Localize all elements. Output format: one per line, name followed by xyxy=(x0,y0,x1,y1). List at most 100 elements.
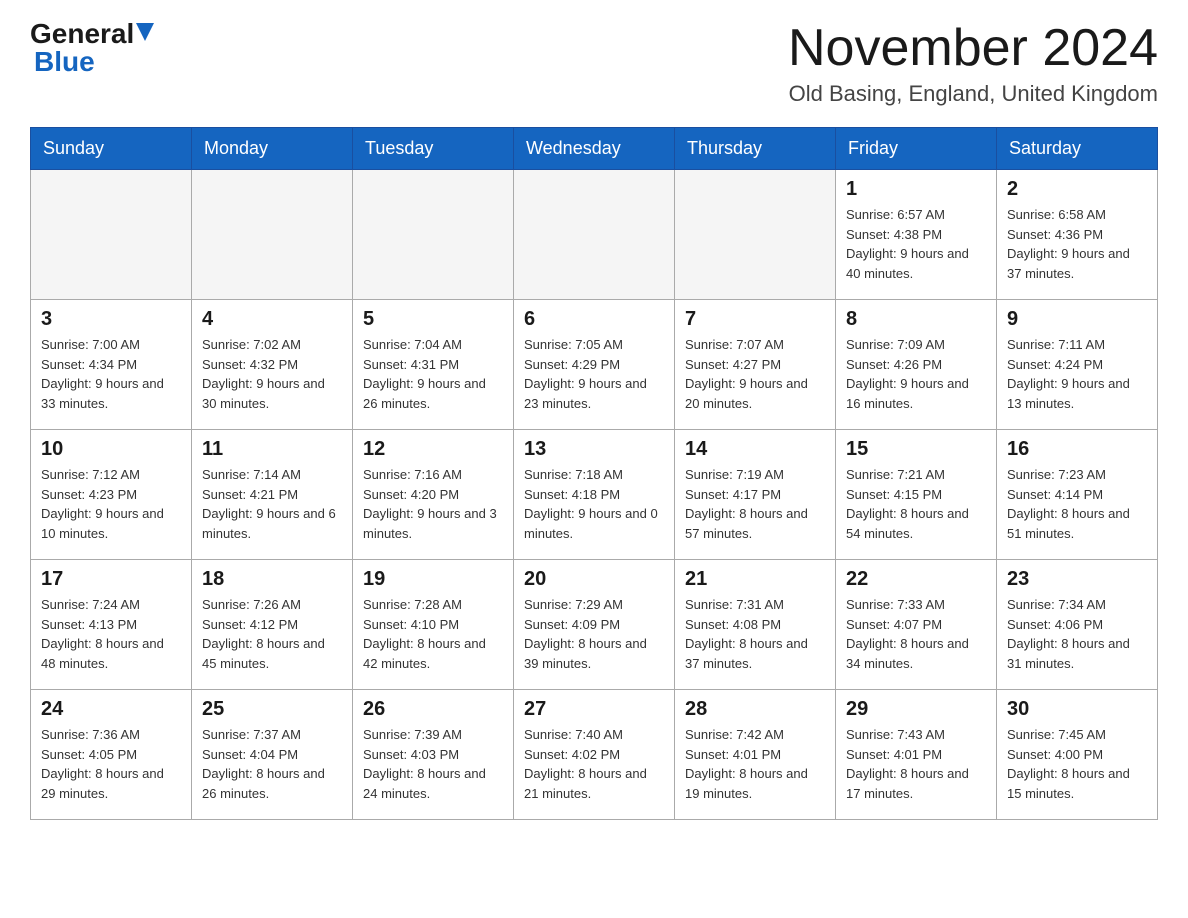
calendar-cell: 16Sunrise: 7:23 AMSunset: 4:14 PMDayligh… xyxy=(997,430,1158,560)
calendar-cell: 3 Sunrise: 7:00 AMSunset: 4:34 PMDaylight… xyxy=(31,300,192,430)
day-number: 21 xyxy=(685,568,825,591)
calendar-cell: 19 Sunrise: 7:28 AMSunset: 4:10 PMDayligh… xyxy=(353,560,514,690)
day-info: Sunrise: 7:37 AMSunset: 4:04 PMDaylight:… xyxy=(202,725,342,803)
day-info: Sunrise: 7:16 AMSunset: 4:20 PMDaylight:… xyxy=(363,465,503,543)
day-number: 10 xyxy=(41,438,181,461)
calendar-cell: 17 Sunrise: 7:24 AMSunset: 4:13 PMDayligh… xyxy=(31,560,192,690)
day-number: 18 xyxy=(202,568,342,591)
weekday-header-tuesday: Tuesday xyxy=(353,128,514,170)
week-row-2: 3 Sunrise: 7:00 AMSunset: 4:34 PMDaylight… xyxy=(31,300,1158,430)
calendar-cell: 2 Sunrise: 6:58 AMSunset: 4:36 PMDaylight… xyxy=(997,170,1158,300)
day-number: 6 xyxy=(524,308,664,331)
day-number: 8 xyxy=(846,308,986,331)
day-number: 29 xyxy=(846,698,986,721)
calendar-cell: 14Sunrise: 7:19 AMSunset: 4:17 PMDayligh… xyxy=(675,430,836,560)
calendar-cell: 5 Sunrise: 7:04 AMSunset: 4:31 PMDaylight… xyxy=(353,300,514,430)
day-info: Sunrise: 7:14 AMSunset: 4:21 PMDaylight:… xyxy=(202,465,342,543)
calendar-cell: 21 Sunrise: 7:31 AMSunset: 4:08 PMDayligh… xyxy=(675,560,836,690)
day-info: Sunrise: 7:12 AMSunset: 4:23 PMDaylight:… xyxy=(41,465,181,543)
day-number: 23 xyxy=(1007,568,1147,591)
calendar-cell: 26 Sunrise: 7:39 AMSunset: 4:03 PMDayligh… xyxy=(353,690,514,820)
day-info: Sunrise: 7:33 AMSunset: 4:07 PMDaylight:… xyxy=(846,595,986,673)
logo: General Blue xyxy=(30,20,154,76)
day-number: 25 xyxy=(202,698,342,721)
logo-general-text: General xyxy=(30,20,134,48)
day-info: Sunrise: 7:09 AMSunset: 4:26 PMDaylight:… xyxy=(846,335,986,413)
calendar-cell xyxy=(514,170,675,300)
day-info: Sunrise: 7:43 AMSunset: 4:01 PMDaylight:… xyxy=(846,725,986,803)
day-info: Sunrise: 7:39 AMSunset: 4:03 PMDaylight:… xyxy=(363,725,503,803)
day-number: 22 xyxy=(846,568,986,591)
day-info: Sunrise: 7:00 AMSunset: 4:34 PMDaylight:… xyxy=(41,335,181,413)
weekday-header-friday: Friday xyxy=(836,128,997,170)
day-number: 24 xyxy=(41,698,181,721)
day-info: Sunrise: 7:45 AMSunset: 4:00 PMDaylight:… xyxy=(1007,725,1147,803)
calendar-cell xyxy=(353,170,514,300)
calendar-cell: 30 Sunrise: 7:45 AMSunset: 4:00 PMDayligh… xyxy=(997,690,1158,820)
calendar-cell: 28Sunrise: 7:42 AMSunset: 4:01 PMDayligh… xyxy=(675,690,836,820)
calendar-cell: 8 Sunrise: 7:09 AMSunset: 4:26 PMDaylight… xyxy=(836,300,997,430)
calendar-cell: 1 Sunrise: 6:57 AMSunset: 4:38 PMDaylight… xyxy=(836,170,997,300)
day-number: 11 xyxy=(202,438,342,461)
day-number: 20 xyxy=(524,568,664,591)
calendar-cell: 13Sunrise: 7:18 AMSunset: 4:18 PMDayligh… xyxy=(514,430,675,560)
day-number: 19 xyxy=(363,568,503,591)
page-header: General Blue November 2024 Old Basing, E… xyxy=(30,20,1158,107)
location-title: Old Basing, England, United Kingdom xyxy=(788,81,1158,107)
week-row-5: 24Sunrise: 7:36 AMSunset: 4:05 PMDayligh… xyxy=(31,690,1158,820)
weekday-header-monday: Monday xyxy=(192,128,353,170)
calendar-cell: 18 Sunrise: 7:26 AMSunset: 4:12 PMDayligh… xyxy=(192,560,353,690)
day-info: Sunrise: 7:02 AMSunset: 4:32 PMDaylight:… xyxy=(202,335,342,413)
day-number: 2 xyxy=(1007,178,1147,201)
week-row-4: 17 Sunrise: 7:24 AMSunset: 4:13 PMDayligh… xyxy=(31,560,1158,690)
logo-blue-text: Blue xyxy=(34,48,95,76)
calendar-cell xyxy=(675,170,836,300)
day-info: Sunrise: 7:29 AMSunset: 4:09 PMDaylight:… xyxy=(524,595,664,673)
calendar-cell: 10 Sunrise: 7:12 AMSunset: 4:23 PMDayligh… xyxy=(31,430,192,560)
calendar-cell: 4 Sunrise: 7:02 AMSunset: 4:32 PMDaylight… xyxy=(192,300,353,430)
day-info: Sunrise: 7:34 AMSunset: 4:06 PMDaylight:… xyxy=(1007,595,1147,673)
day-info: Sunrise: 7:40 AMSunset: 4:02 PMDaylight:… xyxy=(524,725,664,803)
day-info: Sunrise: 7:23 AMSunset: 4:14 PMDaylight:… xyxy=(1007,465,1147,543)
day-number: 7 xyxy=(685,308,825,331)
calendar-cell: 27 Sunrise: 7:40 AMSunset: 4:02 PMDayligh… xyxy=(514,690,675,820)
day-info: Sunrise: 7:31 AMSunset: 4:08 PMDaylight:… xyxy=(685,595,825,673)
day-number: 4 xyxy=(202,308,342,331)
day-info: Sunrise: 7:11 AMSunset: 4:24 PMDaylight:… xyxy=(1007,335,1147,413)
weekday-header-sunday: Sunday xyxy=(31,128,192,170)
day-number: 12 xyxy=(363,438,503,461)
calendar-cell xyxy=(192,170,353,300)
day-info: Sunrise: 7:05 AMSunset: 4:29 PMDaylight:… xyxy=(524,335,664,413)
calendar-cell: 22 Sunrise: 7:33 AMSunset: 4:07 PMDayligh… xyxy=(836,560,997,690)
day-number: 27 xyxy=(524,698,664,721)
weekday-header-thursday: Thursday xyxy=(675,128,836,170)
month-title: November 2024 xyxy=(788,20,1158,77)
day-number: 5 xyxy=(363,308,503,331)
calendar-cell: 7Sunrise: 7:07 AMSunset: 4:27 PMDaylight… xyxy=(675,300,836,430)
weekday-header-row: SundayMondayTuesdayWednesdayThursdayFrid… xyxy=(31,128,1158,170)
weekday-header-wednesday: Wednesday xyxy=(514,128,675,170)
day-number: 1 xyxy=(846,178,986,201)
calendar-table: SundayMondayTuesdayWednesdayThursdayFrid… xyxy=(30,127,1158,820)
calendar-cell: 11 Sunrise: 7:14 AMSunset: 4:21 PMDayligh… xyxy=(192,430,353,560)
day-info: Sunrise: 7:24 AMSunset: 4:13 PMDaylight:… xyxy=(41,595,181,673)
day-number: 3 xyxy=(41,308,181,331)
day-number: 15 xyxy=(846,438,986,461)
calendar-cell: 20 Sunrise: 7:29 AMSunset: 4:09 PMDayligh… xyxy=(514,560,675,690)
day-info: Sunrise: 6:58 AMSunset: 4:36 PMDaylight:… xyxy=(1007,205,1147,283)
day-info: Sunrise: 7:18 AMSunset: 4:18 PMDaylight:… xyxy=(524,465,664,543)
calendar-cell xyxy=(31,170,192,300)
day-info: Sunrise: 7:19 AMSunset: 4:17 PMDaylight:… xyxy=(685,465,825,543)
day-info: Sunrise: 6:57 AMSunset: 4:38 PMDaylight:… xyxy=(846,205,986,283)
day-number: 17 xyxy=(41,568,181,591)
calendar-cell: 12 Sunrise: 7:16 AMSunset: 4:20 PMDayligh… xyxy=(353,430,514,560)
day-info: Sunrise: 7:04 AMSunset: 4:31 PMDaylight:… xyxy=(363,335,503,413)
day-number: 26 xyxy=(363,698,503,721)
day-number: 30 xyxy=(1007,698,1147,721)
calendar-cell: 6 Sunrise: 7:05 AMSunset: 4:29 PMDaylight… xyxy=(514,300,675,430)
day-info: Sunrise: 7:28 AMSunset: 4:10 PMDaylight:… xyxy=(363,595,503,673)
calendar-cell: 24Sunrise: 7:36 AMSunset: 4:05 PMDayligh… xyxy=(31,690,192,820)
day-info: Sunrise: 7:42 AMSunset: 4:01 PMDaylight:… xyxy=(685,725,825,803)
calendar-cell: 29 Sunrise: 7:43 AMSunset: 4:01 PMDayligh… xyxy=(836,690,997,820)
day-info: Sunrise: 7:26 AMSunset: 4:12 PMDaylight:… xyxy=(202,595,342,673)
